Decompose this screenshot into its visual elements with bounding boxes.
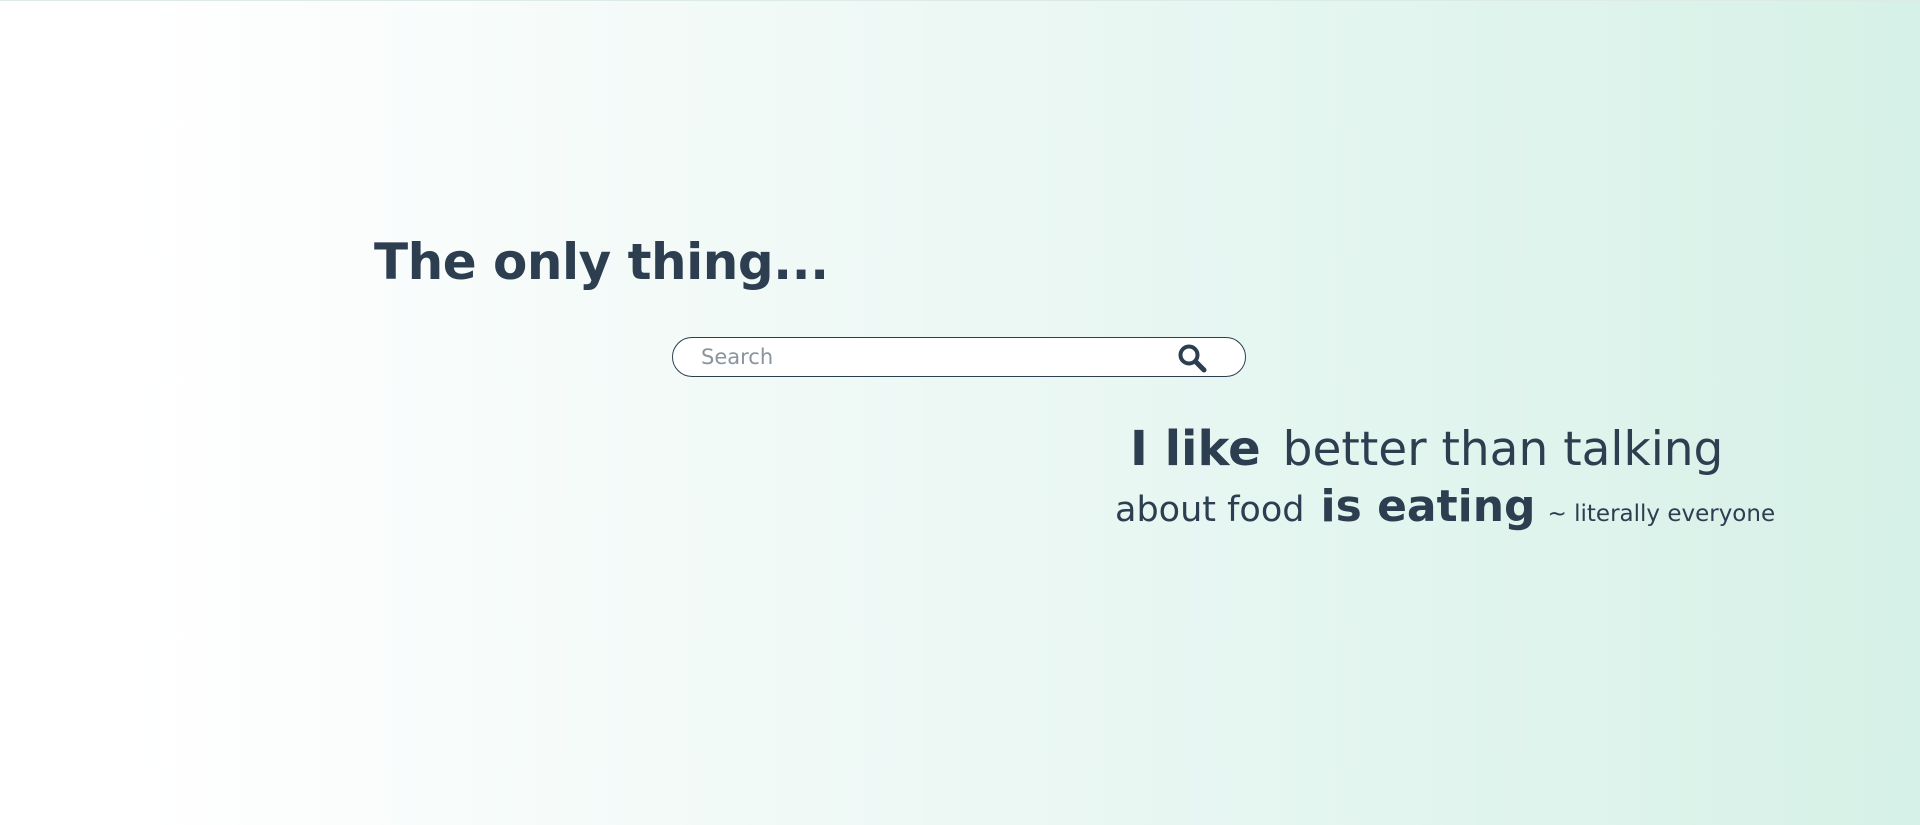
quote-light-about-food: about food (1115, 490, 1305, 530)
quote-line-1: I like better than talking (1130, 421, 1723, 477)
search-bar[interactable] (672, 337, 1246, 377)
quote-line-2: about food is eating ~ literally everyone (1115, 481, 1775, 532)
quote-attribution: ~ literally everyone (1547, 501, 1776, 527)
search-input[interactable] (701, 342, 1151, 372)
hero-section: The only thing... I like better than talk… (0, 1, 1920, 825)
quote-bold-i-like: I like (1130, 421, 1261, 477)
page-title: The only thing... (374, 233, 829, 291)
search-icon[interactable] (1177, 343, 1209, 373)
quote-light-better-than-talking: better than talking (1282, 422, 1724, 477)
quote-bold-is-eating: is eating (1320, 481, 1536, 532)
magnifier-glyph (1178, 344, 1207, 373)
